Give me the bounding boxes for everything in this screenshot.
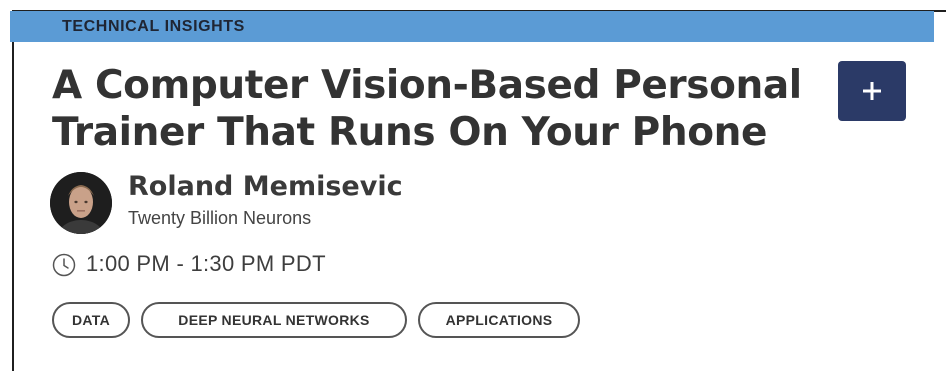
clock-icon — [52, 253, 76, 277]
tag-deep-neural-networks[interactable]: DEEP NEURAL NETWORKS — [141, 302, 407, 338]
avatar[interactable] — [50, 172, 112, 234]
category-band: TECHNICAL INSIGHTS — [10, 11, 934, 42]
session-time: 1:00 PM - 1:30 PM PDT — [86, 251, 326, 276]
speaker-photo-icon — [50, 172, 112, 234]
session-title[interactable]: A Computer Vision-Based Personal Trainer… — [52, 62, 812, 156]
tag-data[interactable]: DATA — [52, 302, 130, 338]
category-label: TECHNICAL INSIGHTS — [62, 18, 245, 35]
plus-icon — [863, 82, 881, 100]
tag-applications[interactable]: APPLICATIONS — [418, 302, 580, 338]
speaker-organization: Twenty Billion Neurons — [128, 208, 312, 228]
add-to-schedule-button[interactable] — [838, 61, 906, 121]
speaker-name[interactable]: Roland Memisevic — [128, 170, 403, 204]
